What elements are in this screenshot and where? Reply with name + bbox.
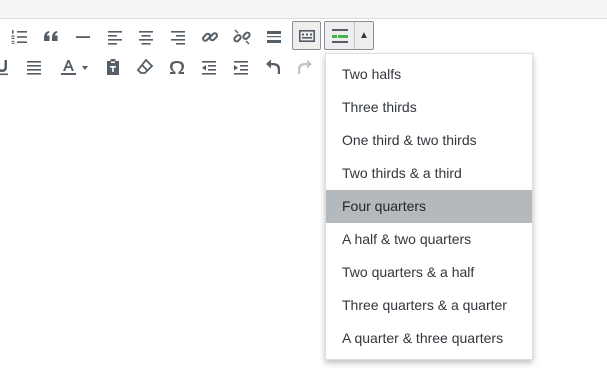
outdent-icon[interactable] bbox=[195, 53, 223, 81]
align-left-icon[interactable] bbox=[101, 23, 129, 51]
horizontal-line-icon[interactable] bbox=[69, 23, 97, 51]
column-layout-menu: Two halfs Three thirds One third & two t… bbox=[325, 53, 533, 360]
menu-item-two-quarters-half[interactable]: Two quarters & a half bbox=[326, 256, 532, 289]
blockquote-icon[interactable] bbox=[37, 23, 65, 51]
menu-item-two-halfs[interactable]: Two halfs bbox=[326, 58, 532, 91]
menu-item-three-quarters-quarter[interactable]: Three quarters & a quarter bbox=[326, 289, 532, 322]
menu-item-half-two-quarters[interactable]: A half & two quarters bbox=[326, 223, 532, 256]
undo-icon[interactable] bbox=[259, 53, 287, 81]
menu-item-three-thirds[interactable]: Three thirds bbox=[326, 91, 532, 124]
toolbar-toggle-icon[interactable] bbox=[292, 21, 321, 50]
editor-top-bar bbox=[0, 0, 607, 19]
redo-icon[interactable] bbox=[291, 53, 319, 81]
text-color-icon[interactable] bbox=[52, 53, 94, 81]
paste-as-text-icon[interactable] bbox=[99, 53, 127, 81]
indent-icon[interactable] bbox=[227, 53, 255, 81]
numbered-list-icon[interactable] bbox=[5, 23, 33, 51]
menu-item-four-quarters[interactable]: Four quarters bbox=[326, 190, 532, 223]
menu-item-two-thirds-a-third[interactable]: Two thirds & a third bbox=[326, 157, 532, 190]
read-more-icon[interactable] bbox=[260, 23, 288, 51]
column-layout-button[interactable]: ▲ bbox=[324, 21, 374, 50]
clear-formatting-icon[interactable] bbox=[131, 53, 159, 81]
dropdown-arrow-icon[interactable]: ▲ bbox=[355, 22, 373, 49]
align-right-icon[interactable] bbox=[164, 23, 192, 51]
special-character-icon[interactable] bbox=[163, 53, 191, 81]
menu-item-one-third-two-thirds[interactable]: One third & two thirds bbox=[326, 124, 532, 157]
justify-icon[interactable] bbox=[20, 53, 48, 81]
menu-item-quarter-three-quarters[interactable]: A quarter & three quarters bbox=[326, 322, 532, 355]
underline-icon[interactable] bbox=[0, 53, 16, 81]
column-layout-icon[interactable] bbox=[325, 22, 355, 49]
remove-link-icon[interactable] bbox=[228, 23, 256, 51]
insert-link-icon[interactable] bbox=[196, 23, 224, 51]
align-center-icon[interactable] bbox=[132, 23, 160, 51]
